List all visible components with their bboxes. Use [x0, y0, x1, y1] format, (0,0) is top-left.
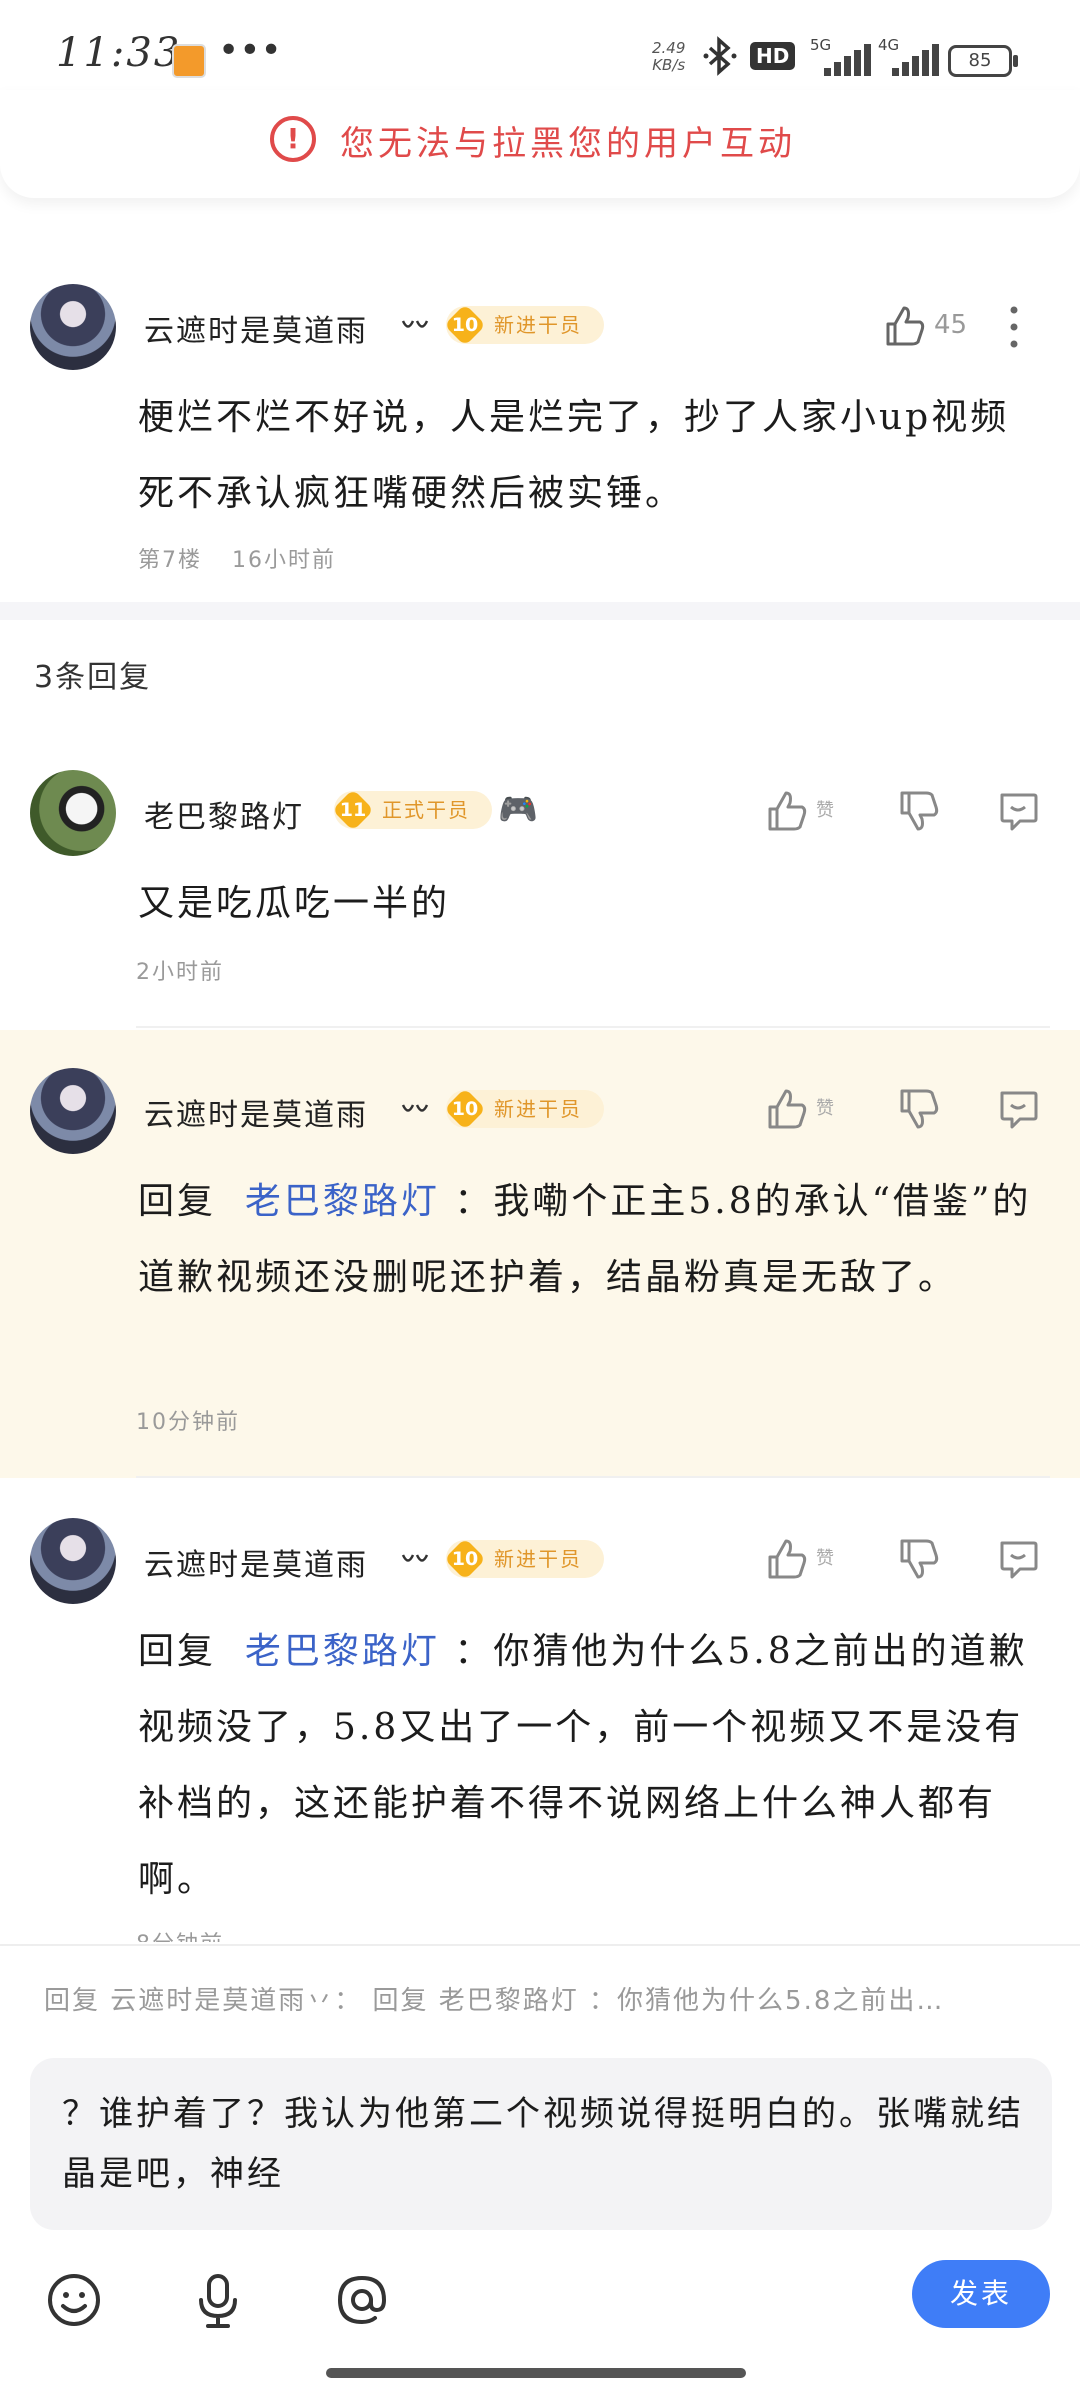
mention-link[interactable]: 老巴黎路灯	[245, 1181, 440, 1222]
comment-text: 梗烂不烂不好说，人是烂完了，抄了人家小up视频死不承认疯狂嘴硬然后被实锤。	[138, 397, 1010, 514]
dislike-icon[interactable]	[896, 789, 940, 833]
rank-label: 新进干员	[494, 1097, 582, 1121]
game-emoji-icon: 🎮	[498, 790, 538, 828]
reply-prefix: 回复	[138, 1181, 217, 1222]
mention-icon[interactable]	[330, 2268, 394, 2332]
like-icon[interactable]	[764, 789, 808, 833]
comment-floor: 第7楼	[138, 548, 202, 573]
reply-text: 回复 老巴黎路灯 ：我嘞个正主5.8的承认“借鉴”的道歉视频还没删呢还护着，结晶…	[138, 1164, 1038, 1316]
user-tag-icon	[401, 320, 429, 328]
avatar[interactable]	[30, 770, 116, 856]
like-label[interactable]: 赞	[816, 1094, 834, 1120]
reply-input[interactable]: ？谁护着了？我认为他第二个视频说得挺明白的。张嘴就结晶是吧，神经	[30, 2058, 1052, 2230]
like-count: 45	[934, 310, 968, 340]
blocked-notice-text: 您无法与拉黑您的用户互动	[340, 124, 796, 164]
reply-input-text[interactable]: ？谁护着了？我认为他第二个视频说得挺明白的。张嘴就结晶是吧，神经	[62, 2084, 1032, 2204]
bluetooth-icon	[703, 36, 737, 76]
rank-label: 新进干员	[494, 313, 582, 337]
more-options-icon[interactable]	[1004, 304, 1024, 350]
like-icon[interactable]	[764, 1537, 808, 1581]
rank-label: 新进干员	[494, 1547, 582, 1571]
reply-username[interactable]: 老巴黎路灯	[144, 792, 304, 836]
composer-divider	[0, 1944, 1080, 1946]
more-notifications-icon: •••	[218, 30, 282, 71]
reply-username[interactable]: 云遮时是莫道雨	[144, 1540, 368, 1584]
like-icon[interactable]	[764, 1087, 808, 1131]
rank-label: 正式干员	[382, 798, 470, 822]
reply-time: 10分钟前	[136, 1410, 240, 1435]
section-divider	[0, 602, 1080, 620]
emoji-icon[interactable]	[42, 2268, 106, 2332]
status-time: 11:33	[56, 30, 182, 76]
dislike-icon[interactable]	[896, 1537, 940, 1581]
like-label[interactable]: 赞	[816, 1544, 834, 1570]
level-badge: 11 正式干员	[332, 789, 492, 831]
reply-target-hint: 回复 云遮时是莫道雨丷： 回复 老巴黎路灯 ：你猜他为什么5.8之前出…	[44, 1986, 945, 2016]
divider	[136, 1476, 1050, 1478]
signal-4g-icon: 4G	[878, 36, 944, 76]
reply-icon[interactable]	[996, 1087, 1040, 1131]
blocked-user-banner: ! 您无法与拉黑您的用户互动	[0, 90, 1080, 198]
like-icon[interactable]	[882, 304, 926, 348]
battery-icon: 85	[948, 45, 1018, 77]
hd-voice-icon: HD	[750, 42, 796, 70]
divider	[136, 1026, 1050, 1028]
like-label[interactable]: 赞	[816, 796, 834, 822]
signal-5g-icon: 5G	[810, 36, 876, 76]
dislike-icon[interactable]	[896, 1087, 940, 1131]
reply-prefix: 回复	[138, 1631, 217, 1672]
app-notification-icon	[172, 44, 206, 78]
reply-time: 8分钟前	[136, 1926, 224, 1942]
level-number: 11	[339, 799, 367, 821]
warning-icon: !	[270, 116, 316, 162]
avatar[interactable]	[30, 1518, 116, 1604]
avatar[interactable]	[30, 284, 116, 370]
reply-icon[interactable]	[996, 789, 1040, 833]
home-indicator[interactable]	[326, 2368, 746, 2378]
user-tag-icon	[401, 1554, 429, 1562]
reply-icon[interactable]	[996, 1537, 1040, 1581]
reply-count: 3条回复	[34, 660, 152, 695]
avatar[interactable]	[30, 1068, 116, 1154]
comment-username[interactable]: 云遮时是莫道雨	[144, 306, 368, 350]
network-speed-value: 2.49	[652, 39, 686, 57]
user-tag-icon	[401, 1104, 429, 1112]
reply-text: 回复 老巴黎路灯 ：你猜他为什么5.8之前出的道歉视频没了，5.8又出了一个，前…	[138, 1614, 1048, 1918]
level-number: 10	[451, 1548, 479, 1570]
level-badge: 10 新进干员	[444, 1538, 604, 1580]
comment-time: 16小时前	[232, 548, 336, 573]
level-badge: 10 新进干员	[444, 304, 604, 346]
reply-time: 2小时前	[136, 960, 224, 985]
network-speed-unit: KB/s	[652, 56, 686, 74]
reply-text: 又是吃瓜吃一半的	[138, 883, 451, 924]
publish-button[interactable]: 发表	[912, 2260, 1050, 2328]
level-badge: 10 新进干员	[444, 1088, 604, 1130]
level-number: 10	[451, 1098, 479, 1120]
level-number: 10	[451, 314, 479, 336]
reply-username[interactable]: 云遮时是莫道雨	[144, 1090, 368, 1134]
mention-link[interactable]: 老巴黎路灯	[245, 1631, 440, 1672]
microphone-icon[interactable]	[186, 2268, 250, 2332]
network-speed: 2.49 KB/s	[652, 40, 685, 74]
